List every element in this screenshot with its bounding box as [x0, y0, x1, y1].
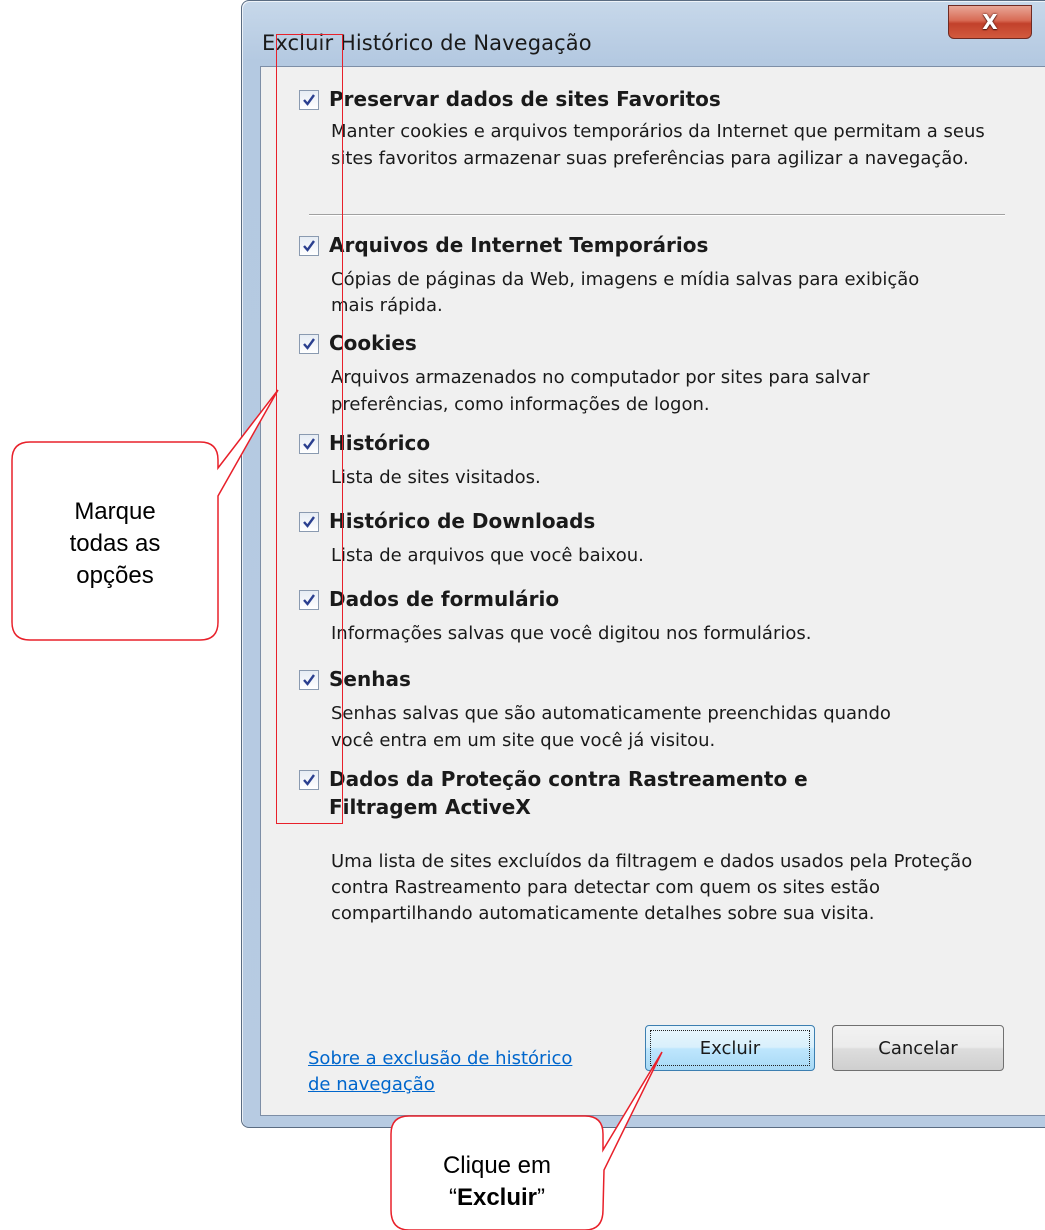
quote-open: “ [448, 1184, 457, 1211]
callout-left-text: Marque todas as opções [12, 496, 218, 592]
callout-bold-word: Excluir [456, 1184, 538, 1211]
callout-line: “Excluir” [391, 1182, 603, 1214]
callout-line: Marque [74, 498, 156, 525]
quote-close: ” [537, 1184, 546, 1211]
callout-line: Clique em [442, 1152, 552, 1179]
callout-line: opções [76, 562, 154, 589]
callout-bottom-text: Clique em “Excluir” [391, 1150, 603, 1214]
annotation-layer [11, 389, 663, 1230]
callout-line: todas as [69, 530, 161, 557]
